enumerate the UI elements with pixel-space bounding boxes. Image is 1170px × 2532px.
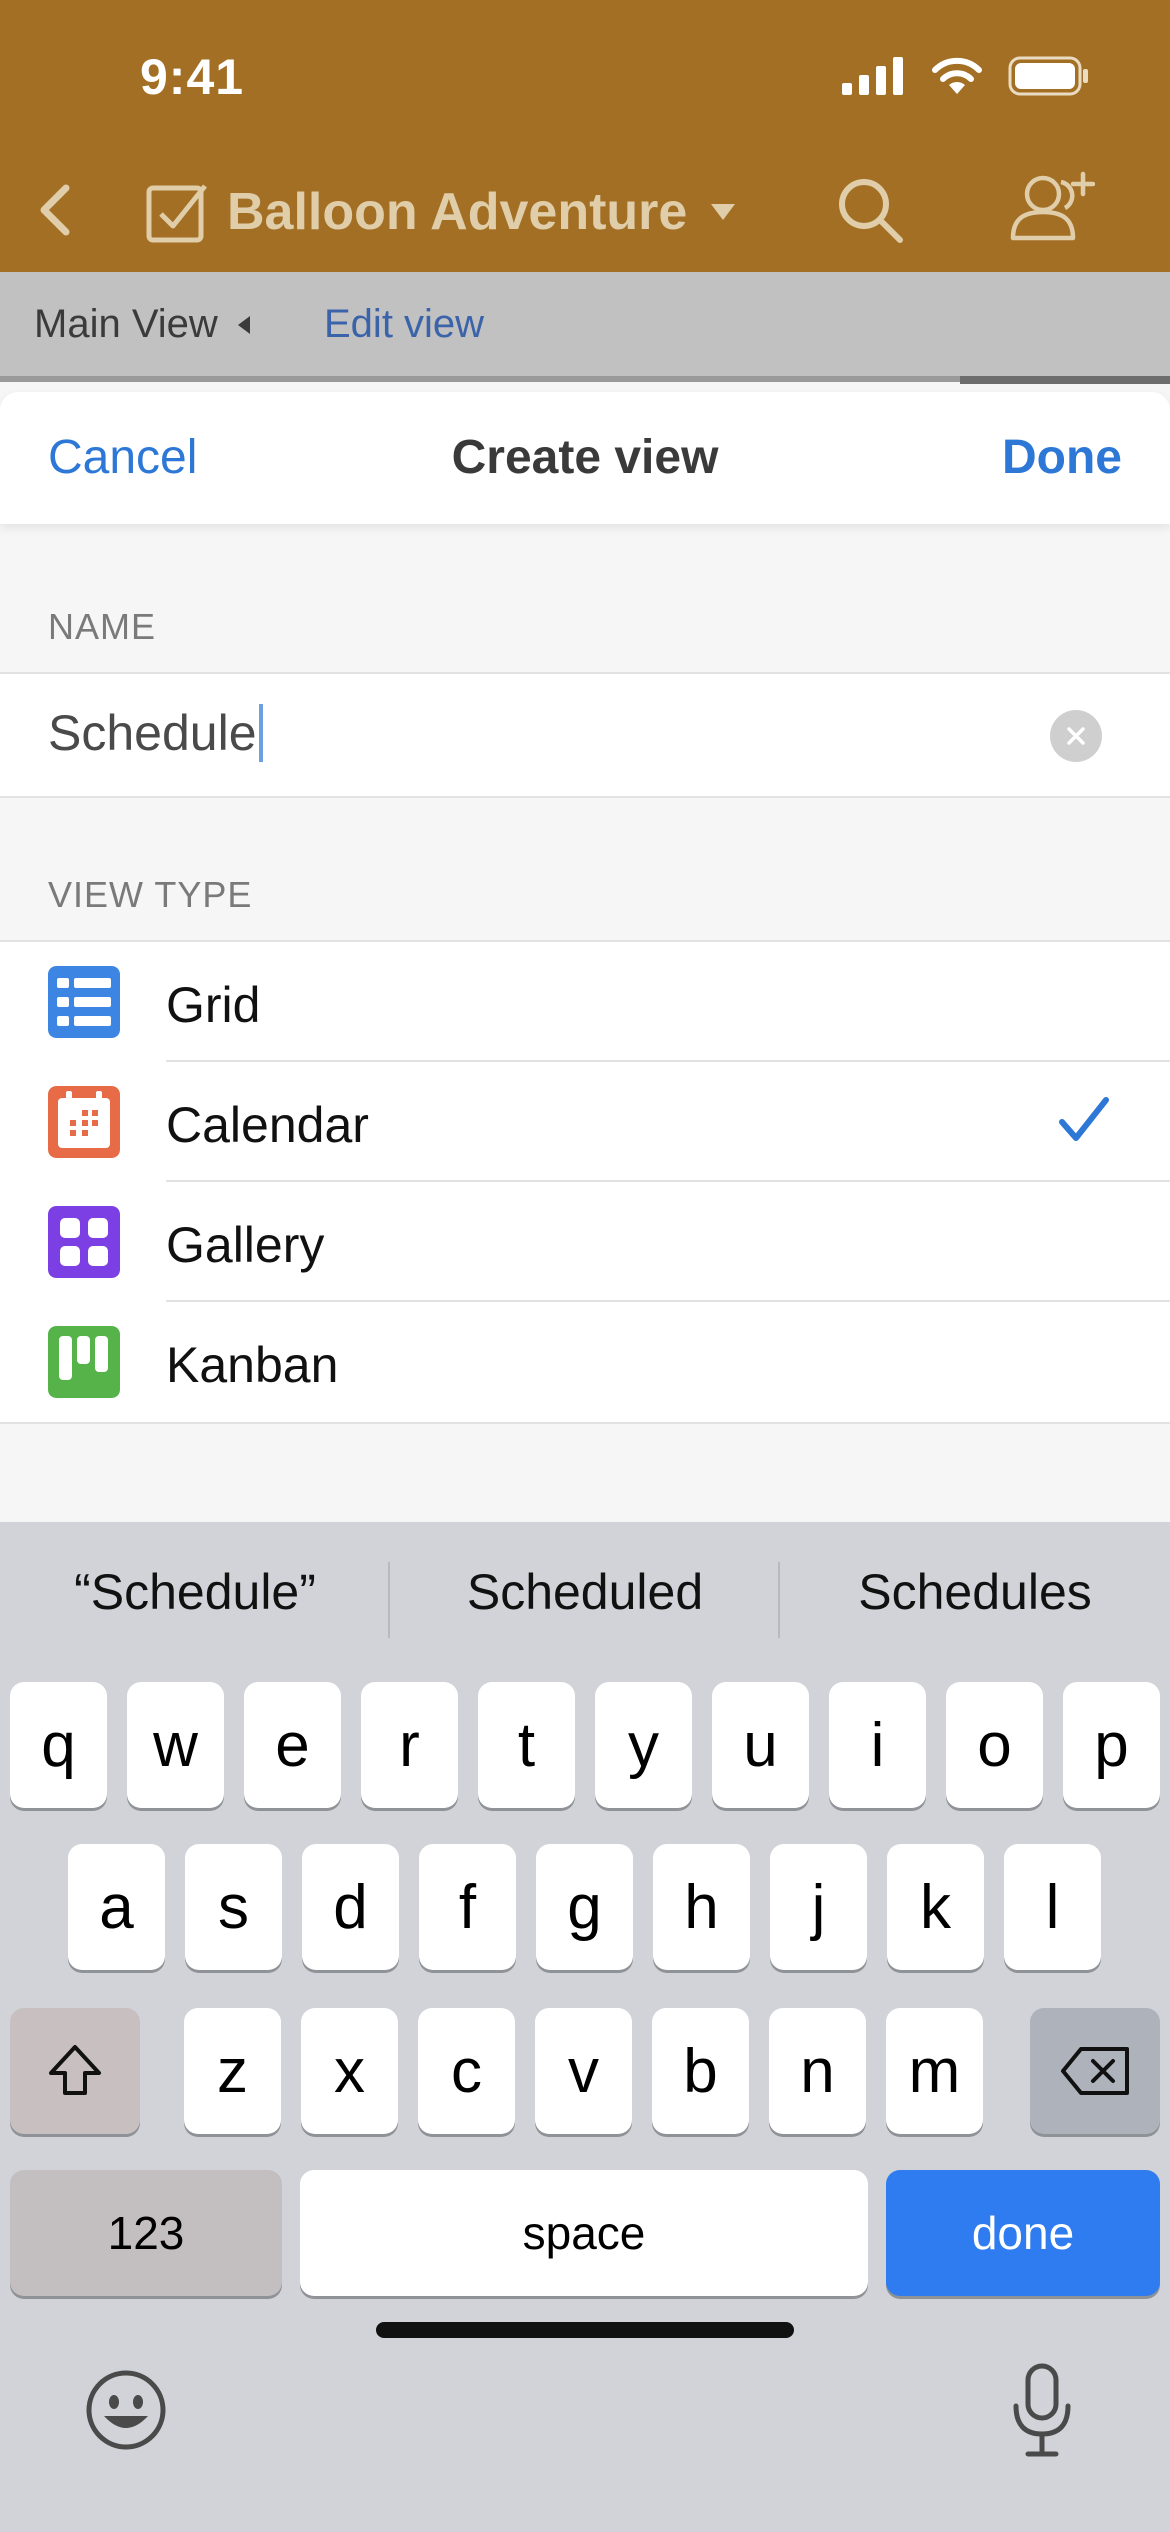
view-switcher-bar: Main View Edit view	[0, 272, 1170, 384]
view-type-label: Kanban	[166, 1337, 339, 1393]
key-c[interactable]: c	[418, 2008, 515, 2134]
progress-fill	[960, 376, 1170, 384]
emoji-icon[interactable]	[84, 2368, 168, 2452]
caret-left-icon	[237, 315, 250, 334]
key-y[interactable]: y	[595, 1682, 692, 1808]
shift-key[interactable]	[10, 2008, 140, 2134]
view-type-gallery[interactable]: Gallery	[0, 1182, 1170, 1302]
view-type-label: Calendar	[166, 1097, 369, 1153]
text-cursor	[258, 704, 263, 762]
key-i[interactable]: i	[829, 1682, 926, 1808]
name-input[interactable]: Schedule	[48, 704, 263, 762]
cellular-signal-icon	[842, 57, 903, 95]
key-t[interactable]: t	[478, 1682, 575, 1808]
delete-backspace-icon	[1061, 2047, 1129, 2095]
clear-text-button[interactable]	[1050, 710, 1102, 762]
status-bar: 9:41	[0, 0, 1170, 150]
suggestion-divider	[388, 1562, 390, 1638]
key-v[interactable]: v	[535, 2008, 632, 2134]
suggestion-divider	[778, 1562, 780, 1638]
app-header: 9:41 Balloon Adventure	[0, 0, 1170, 272]
key-o[interactable]: o	[946, 1682, 1043, 1808]
grid-view-icon	[48, 966, 120, 1038]
home-indicator	[376, 2322, 794, 2338]
key-q[interactable]: q	[10, 1682, 107, 1808]
keyboard-done-key[interactable]: done	[886, 2170, 1160, 2296]
view-type-list: Grid Calendar Gallery Kanban	[0, 940, 1170, 1424]
checkbox-icon	[146, 184, 207, 243]
key-p[interactable]: p	[1063, 1682, 1160, 1808]
back-chevron-icon[interactable]	[20, 170, 100, 250]
kanban-view-icon	[48, 1326, 120, 1398]
key-h[interactable]: h	[653, 1844, 750, 1970]
key-l[interactable]: l	[1004, 1844, 1101, 1970]
create-view-sheet: Cancel Create view Done NAME Schedule VI…	[0, 392, 1170, 1522]
view-type-grid[interactable]: Grid	[0, 942, 1170, 1062]
key-u[interactable]: u	[712, 1682, 809, 1808]
key-a[interactable]: a	[68, 1844, 165, 1970]
key-x[interactable]: x	[301, 2008, 398, 2134]
key-d[interactable]: d	[302, 1844, 399, 1970]
key-r[interactable]: r	[361, 1682, 458, 1808]
main-view-selector[interactable]: Main View	[34, 302, 250, 347]
base-title-button[interactable]: Balloon Adventure	[145, 172, 737, 252]
view-type-label: Gallery	[166, 1217, 325, 1273]
suggestion-2[interactable]: Scheduled	[390, 1552, 780, 1632]
key-g[interactable]: g	[536, 1844, 633, 1970]
key-b[interactable]: b	[652, 2008, 749, 2134]
add-collaborator-icon[interactable]	[1005, 168, 1095, 248]
checkmark-icon	[1059, 1097, 1109, 1141]
done-button[interactable]: Done	[1002, 430, 1122, 485]
backspace-key[interactable]	[1030, 2008, 1160, 2134]
predictive-bar: “Schedule” Scheduled Schedules	[0, 1552, 1170, 1632]
key-k[interactable]: k	[887, 1844, 984, 1970]
view-type-kanban[interactable]: Kanban	[0, 1302, 1170, 1422]
key-m[interactable]: m	[886, 2008, 983, 2134]
view-type-label: Grid	[166, 977, 261, 1033]
space-key[interactable]: space	[300, 2170, 868, 2296]
suggestion-3[interactable]: Schedules	[780, 1552, 1170, 1632]
suggestion-1[interactable]: “Schedule”	[0, 1552, 390, 1632]
name-field[interactable]: Schedule	[0, 672, 1170, 798]
status-icons	[842, 56, 1090, 96]
main-view-label: Main View	[34, 302, 218, 346]
name-input-value: Schedule	[48, 705, 257, 761]
key-s[interactable]: s	[185, 1844, 282, 1970]
shift-arrow-icon	[49, 2045, 101, 2095]
edit-view-link[interactable]: Edit view	[324, 302, 484, 347]
microphone-icon[interactable]	[1000, 2360, 1084, 2460]
key-f[interactable]: f	[419, 1844, 516, 1970]
search-icon[interactable]	[830, 170, 910, 250]
status-time: 9:41	[140, 49, 245, 105]
view-type-section-label: VIEW TYPE	[48, 874, 253, 915]
clear-x-icon	[1067, 727, 1085, 745]
view-type-calendar[interactable]: Calendar	[0, 1062, 1170, 1182]
keyboard: “Schedule” Scheduled Schedules qwertyuio…	[0, 1522, 1170, 2532]
gallery-view-icon	[48, 1206, 120, 1278]
name-section-label: NAME	[48, 606, 157, 647]
key-j[interactable]: j	[770, 1844, 867, 1970]
base-title: Balloon Adventure	[227, 183, 688, 241]
wifi-icon	[932, 57, 982, 94]
cancel-button[interactable]: Cancel	[48, 430, 197, 485]
sheet-header: Cancel Create view Done	[0, 392, 1170, 524]
key-z[interactable]: z	[184, 2008, 281, 2134]
numbers-key[interactable]: 123	[10, 2170, 282, 2296]
key-n[interactable]: n	[769, 2008, 866, 2134]
key-w[interactable]: w	[127, 1682, 224, 1808]
nav-bar: Balloon Adventure	[0, 160, 1170, 260]
caret-down-icon	[711, 204, 736, 220]
key-e[interactable]: e	[244, 1682, 341, 1808]
calendar-view-icon	[48, 1086, 120, 1158]
battery-icon	[1008, 56, 1088, 96]
